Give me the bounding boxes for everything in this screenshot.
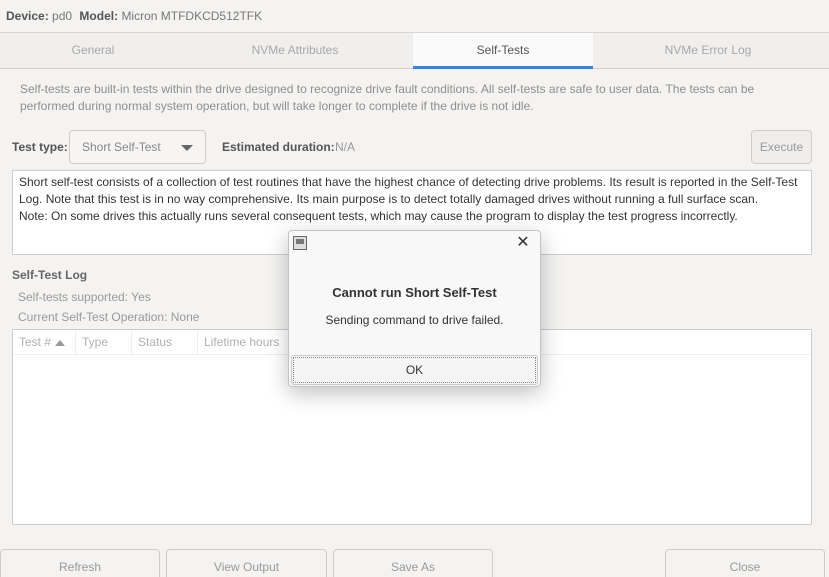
test-type-label: Test type: [12,140,68,154]
close-button[interactable]: Close [665,549,825,577]
test-type-select[interactable]: Short Self-Test [69,130,206,164]
self-test-log-title: Self-Test Log [12,268,88,282]
column-status[interactable]: Status [132,330,198,355]
execute-button[interactable]: Execute [751,130,812,164]
tab-nvme-attributes[interactable]: NVMe Attributes [201,33,389,69]
ok-button[interactable]: OK [291,355,538,385]
dialog-title: Cannot run Short Self-Test [332,285,497,300]
column-label: Test # [19,335,52,349]
current-self-test-operation: Current Self-Test Operation: None [18,310,200,324]
column-type[interactable]: Type [76,330,132,355]
sort-ascending-icon [55,339,66,346]
refresh-button[interactable]: Refresh [0,549,160,577]
close-icon[interactable]: ✕ [512,232,534,254]
duration-label: Estimated duration: [222,140,335,154]
app-icon [293,236,307,250]
test-type-value: Short Self-Test [82,140,161,154]
test-controls: Test type: Short Self-Test Estimated dur… [12,130,812,164]
tab-self-tests[interactable]: Self-Tests [413,33,593,69]
device-header: Device: pd0 Model: Micron MTFDKCD512TFK [0,0,829,32]
save-as-button[interactable]: Save As [333,549,493,577]
model-value: Micron MTFDKCD512TFK [121,9,263,23]
tab-bar: General NVMe Attributes Self-Tests NVMe … [0,32,829,69]
device-label: Device: [6,9,49,23]
model-label: Model: [79,9,119,23]
dialog-message: Sending command to drive failed. [325,313,504,327]
test-description-text: Short self-test consists of a collection… [19,175,798,223]
tab-nvme-error-log[interactable]: NVMe Error Log [617,33,799,69]
error-dialog: ✕ Cannot run Short Self-Test Sending com… [288,230,541,387]
duration-value: N/A [335,140,356,154]
self-tests-supported: Self-tests supported: Yes [18,290,151,304]
intro-text: Self-tests are built-in tests within the… [20,82,755,113]
device-value: pd0 [52,9,73,23]
tab-general[interactable]: General [0,33,186,69]
chevron-down-icon [181,145,193,151]
view-output-button[interactable]: View Output [166,549,327,577]
column-lifetime-hours[interactable]: Lifetime hours [198,330,298,355]
column-test-number[interactable]: Test # [13,330,76,355]
